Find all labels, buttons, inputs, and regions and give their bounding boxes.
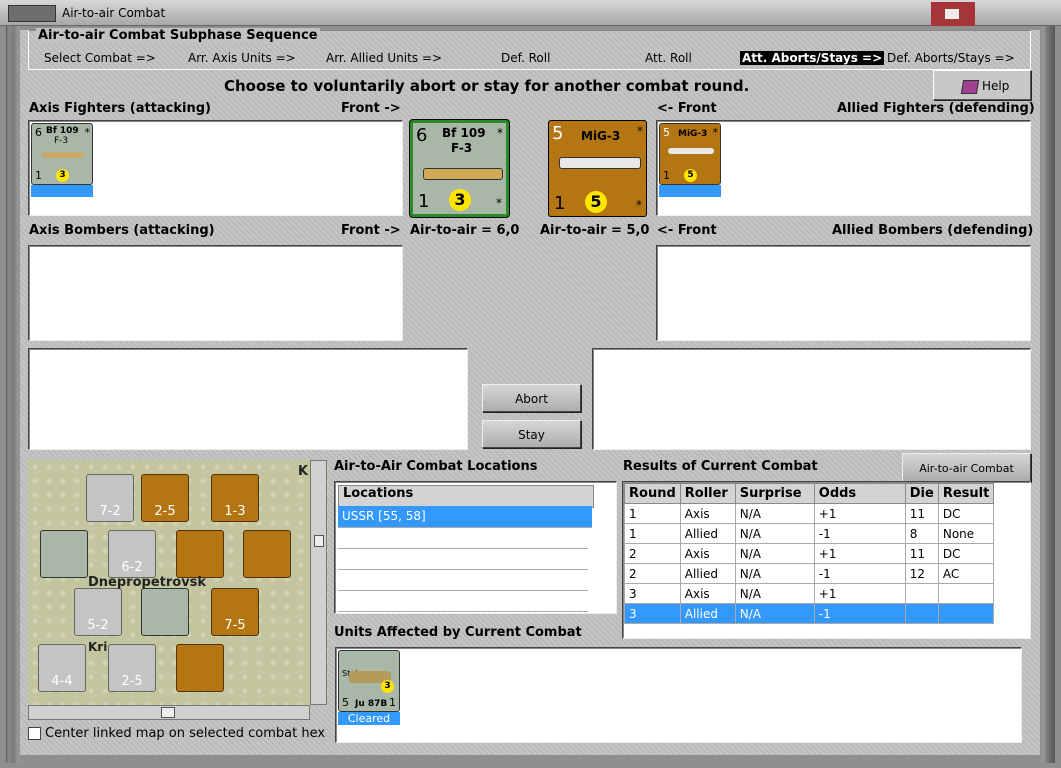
map-vertical-scrollbar[interactable] (310, 460, 327, 705)
german-flag-icon (931, 2, 975, 26)
book-icon (960, 80, 980, 94)
front-left-label-2: <- Front (657, 223, 717, 238)
table-row[interactable]: 3 Axis N/A +1 (624, 583, 995, 604)
step-def-aborts: Def. Aborts/Stays => (887, 51, 1015, 65)
table-row[interactable]: 2 Axis N/A +1 11 DC (624, 543, 995, 564)
axis-fighter-counter-small[interactable]: 6 Bf 109 F-3 * 1 3 (31, 123, 93, 185)
allied-fighters-box[interactable]: 5 MiG-3 * 1 5 (656, 120, 1031, 216)
stay-button[interactable]: Stay (482, 420, 581, 448)
step-arr-axis: Arr. Axis Units => (188, 51, 296, 65)
table-row-selected[interactable]: 3 Allied N/A -1 (624, 603, 995, 624)
map-unit-counter[interactable]: 2-5 (108, 644, 156, 692)
map-horizontal-scrollbar[interactable] (28, 705, 310, 720)
table-row[interactable]: 2 Allied N/A -1 12 AC (624, 563, 995, 584)
fighter-plane-icon (42, 152, 84, 158)
step-select-combat: Select Combat => (44, 51, 156, 65)
abort-button[interactable]: Abort (482, 384, 581, 412)
location-empty-row (338, 548, 588, 570)
instruction-prompt: Choose to voluntarily abort or stay for … (224, 77, 750, 95)
help-button[interactable]: Help (933, 70, 1031, 100)
map-unit-counter[interactable]: 7-2 (86, 474, 134, 522)
map-city-label-2: Kri (88, 640, 108, 654)
locations-list[interactable]: Locations USSR [55, 58] (334, 481, 617, 614)
center-map-label: Center linked map on selected combat hex (45, 726, 326, 741)
allied-message-box (592, 348, 1031, 450)
locations-title: Air-to-Air Combat Locations (334, 459, 538, 474)
allied-fighter-counter-large[interactable]: 5 MiG-3 * 1 5 * (548, 120, 647, 217)
map-air-unit-counter[interactable] (243, 530, 291, 578)
fighter-plane-icon (668, 148, 714, 154)
title-bar: Air-to-air Combat (0, 0, 1061, 26)
map-corner-label: K (298, 464, 309, 479)
location-empty-row (338, 527, 588, 549)
window-title: Air-to-air Combat (62, 6, 166, 20)
map-unit-counter[interactable]: 2-5 (141, 474, 189, 522)
axis-air-to-air-value: Air-to-air = 6,0 (410, 223, 520, 238)
center-map-checkbox[interactable] (28, 727, 41, 740)
counter-selection-bar (31, 185, 93, 197)
results-header-row: Round Roller Surprise Odds Die Result (624, 483, 995, 504)
results-table: Round Roller Surprise Odds Die Result 1A… (624, 483, 995, 624)
bf109-plane-icon (423, 168, 503, 180)
front-left-label: <- Front (657, 101, 717, 116)
step-att-aborts-active: Att. Aborts/Stays => (740, 51, 885, 65)
step-att-roll: Att. Roll (645, 51, 692, 65)
map-air-unit-counter[interactable] (176, 644, 224, 692)
map-unit-counter[interactable]: 5-2 (74, 588, 122, 636)
map-city-label: Dnepropetrovsk (88, 575, 207, 590)
allied-fighter-counter-small[interactable]: 5 MiG-3 * 1 5 (659, 123, 721, 185)
map-unit-counter[interactable]: 7-5 (211, 588, 259, 636)
allied-fighters-label: Allied Fighters (defending) (837, 101, 1035, 116)
locations-header: Locations (338, 485, 594, 508)
front-right-label-2: Front -> (341, 223, 401, 238)
map-air-unit-counter[interactable] (40, 530, 88, 578)
front-right-label: Front -> (341, 101, 401, 116)
axis-message-box (28, 348, 468, 450)
map-unit-counter[interactable]: 4-4 (38, 644, 86, 692)
air-to-air-chart-button[interactable]: Air-to-air Combat Chart (902, 453, 1031, 504)
scrollbar-thumb[interactable] (314, 535, 324, 547)
axis-fighter-counter-large[interactable]: 6 Bf 109 F-3 * 1 3 * (410, 120, 509, 217)
step-def-roll: Def. Roll (501, 51, 551, 65)
mig3-plane-icon (559, 157, 641, 169)
center-map-checkbox-row[interactable]: Center linked map on selected combat hex (28, 726, 325, 741)
location-empty-row (338, 590, 588, 612)
allied-bombers-label: Allied Bombers (defending) (832, 223, 1034, 238)
affected-units-box[interactable]: Stuka 3 5 Ju 87B 1 Cleared (335, 647, 1022, 743)
location-item[interactable]: USSR [55, 58] (338, 506, 592, 528)
location-empty-row (338, 569, 588, 591)
step-arr-allied: Arr. Allied Units => (326, 51, 443, 65)
affected-units-title: Units Affected by Current Combat (334, 625, 582, 640)
axis-bombers-label: Axis Bombers (attacking) (29, 223, 215, 238)
system-menu-button[interactable] (8, 5, 56, 22)
ju87-counter[interactable]: Stuka 3 5 Ju 87B 1 (338, 650, 400, 712)
map-air-unit-counter[interactable] (176, 530, 224, 578)
axis-bombers-box[interactable] (28, 245, 403, 341)
results-title: Results of Current Combat (623, 459, 818, 474)
table-row[interactable]: 1 Axis N/A +1 11 DC (624, 503, 995, 524)
map-air-unit-counter[interactable] (141, 588, 189, 636)
mini-map[interactable]: 7-2 2-5 1-3 6-2 5-2 7-5 4-4 2-5 Dneprope… (28, 460, 328, 705)
map-unit-counter[interactable]: 1-3 (211, 474, 259, 522)
map-unit-counter[interactable]: 6-2 (108, 530, 156, 578)
status-badge: Cleared (338, 712, 400, 725)
allied-air-to-air-value: Air-to-air = 5,0 (540, 223, 650, 238)
axis-fighters-box[interactable]: 6 Bf 109 F-3 * 1 3 (28, 120, 403, 216)
axis-fighters-label: Axis Fighters (attacking) (29, 101, 211, 116)
allied-bombers-box[interactable] (656, 245, 1031, 341)
sequence-title: Air-to-air Combat Subphase Sequence (36, 28, 320, 43)
scrollbar-thumb[interactable] (161, 707, 175, 718)
table-row[interactable]: 1 Allied N/A -1 8 None (624, 523, 995, 544)
counter-selection-bar (659, 185, 721, 197)
